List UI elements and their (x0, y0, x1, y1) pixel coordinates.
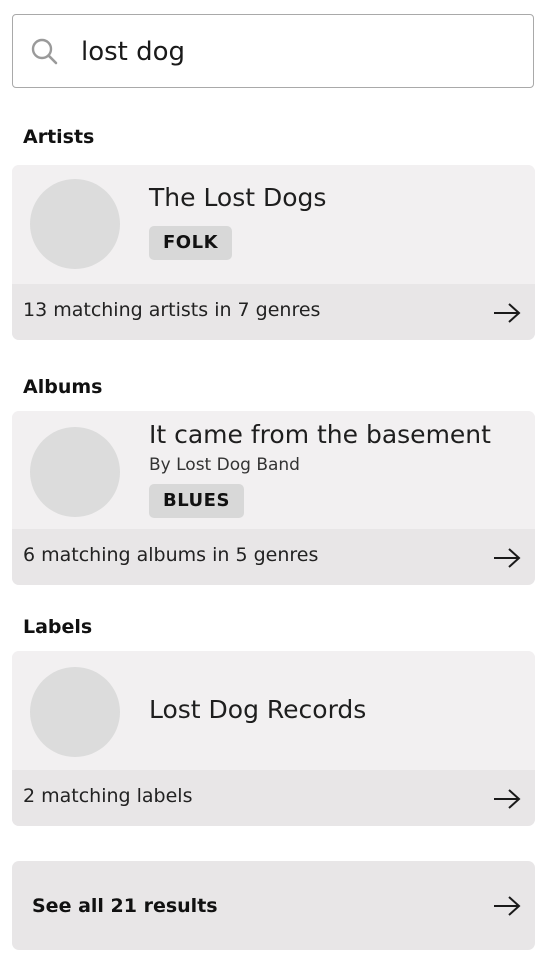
search-icon (31, 38, 58, 65)
arrow-right-icon (494, 789, 521, 809)
arrow-right-icon (494, 548, 521, 568)
album-byline: By Lost Dog Band (149, 455, 300, 475)
albums-summary: 6 matching albums in 5 genres (23, 544, 319, 566)
artists-section-title: Artists (23, 126, 95, 148)
labels-section-title: Labels (23, 616, 93, 638)
labels-card: Lost Dog Records 2 matching labels (12, 651, 535, 826)
artists-summary: 13 matching artists in 7 genres (23, 299, 321, 321)
album-cover (30, 427, 120, 517)
albums-more-row[interactable]: 6 matching albums in 5 genres (12, 529, 535, 585)
artist-avatar (30, 179, 120, 269)
genre-tag[interactable]: FOLK (149, 226, 233, 260)
artists-more-row[interactable]: 13 matching artists in 7 genres (12, 284, 535, 340)
albums-section-title: Albums (23, 376, 103, 398)
arrow-right-icon (494, 303, 521, 323)
search-input[interactable] (81, 33, 501, 71)
label-name: Lost Dog Records (149, 695, 367, 724)
genre-tag[interactable]: BLUES (149, 484, 244, 518)
artists-card: The Lost Dogs FOLK 13 matching artists i… (12, 165, 535, 340)
album-title: It came from the basement (149, 420, 491, 449)
see-all-results-button[interactable]: See all 21 results (12, 861, 535, 950)
albums-card: It came from the basement By Lost Dog Ba… (12, 411, 535, 585)
artist-top-result[interactable]: The Lost Dogs FOLK (12, 165, 535, 284)
see-all-label: See all 21 results (32, 895, 218, 917)
artist-name: The Lost Dogs (149, 183, 327, 212)
arrow-right-icon (494, 896, 521, 916)
label-top-result[interactable]: Lost Dog Records (12, 651, 535, 770)
label-logo (30, 667, 120, 757)
album-top-result[interactable]: It came from the basement By Lost Dog Ba… (12, 411, 535, 529)
search-box[interactable] (12, 14, 534, 88)
labels-more-row[interactable]: 2 matching labels (12, 770, 535, 826)
labels-summary: 2 matching labels (23, 785, 193, 807)
search-results-page: Artists The Lost Dogs FOLK 13 matching a… (0, 0, 548, 964)
